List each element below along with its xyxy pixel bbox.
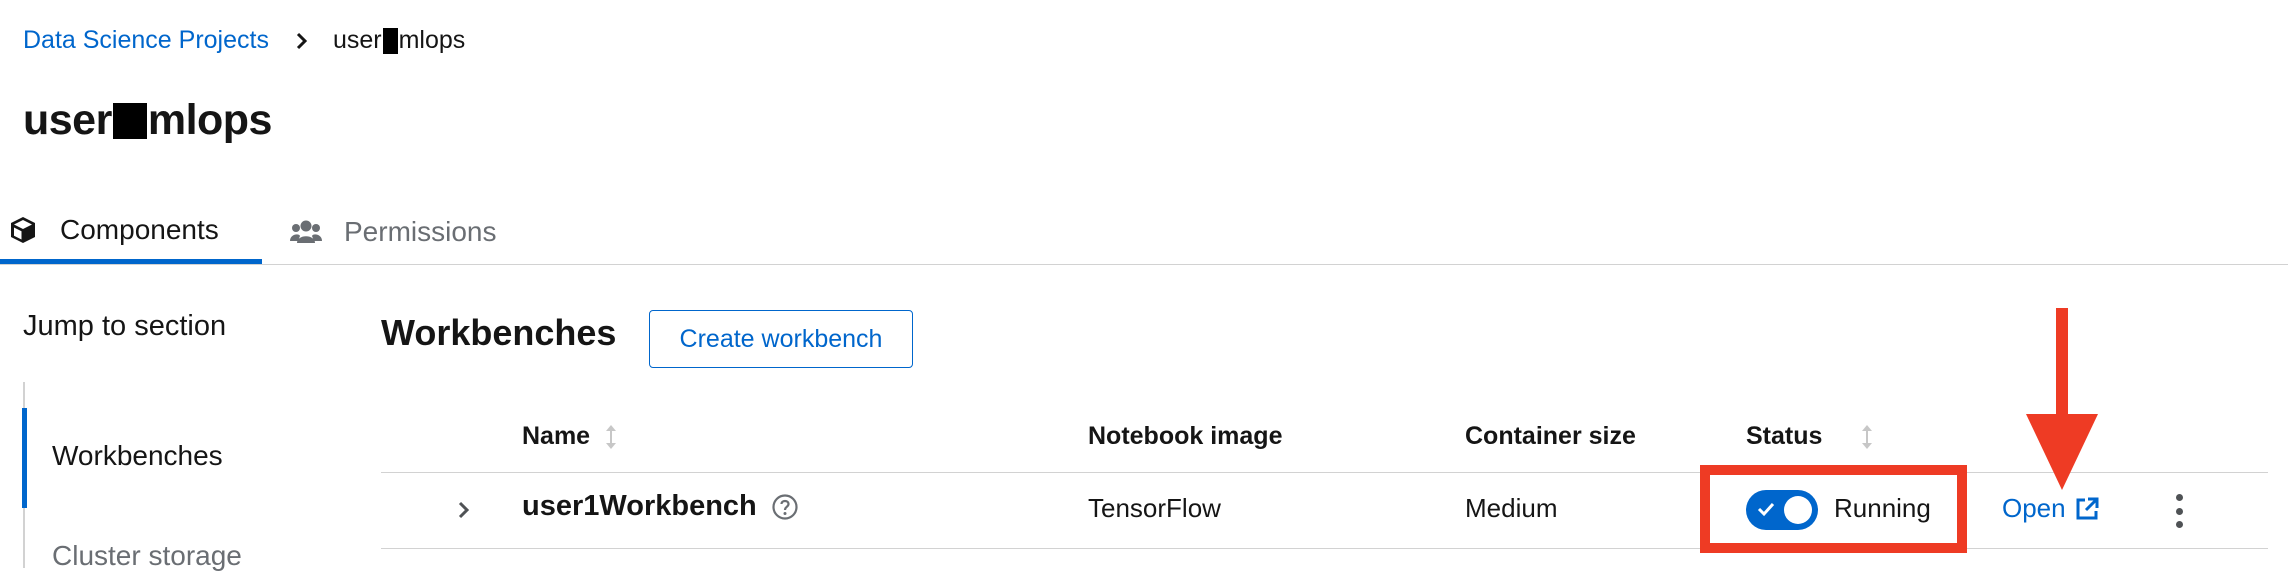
- cube-icon: [8, 215, 38, 245]
- external-link-icon: [2076, 497, 2099, 519]
- breadcrumb-link-projects[interactable]: Data Science Projects: [23, 26, 269, 55]
- jump-nav-active-indicator: [22, 408, 27, 508]
- column-header-notebook-image: Notebook image: [1088, 422, 1283, 450]
- redaction-block: [382, 28, 398, 55]
- chevron-right-icon: [296, 32, 308, 49]
- help-icon[interactable]: [771, 493, 799, 521]
- sort-icon: [1860, 423, 1874, 451]
- table-divider: [381, 472, 2268, 473]
- table-divider: [381, 548, 2268, 549]
- tab-components[interactable]: Components: [0, 200, 262, 264]
- row-actions-kebab-icon[interactable]: [2170, 494, 2188, 528]
- container-size-value: Medium: [1465, 493, 1558, 523]
- breadcrumb: Data Science Projects user mlops: [23, 26, 465, 55]
- project-tabs: Components Permissions: [0, 200, 2288, 265]
- annotation-arrow-down-icon: [2026, 308, 2098, 490]
- notebook-image-value: TensorFlow: [1088, 493, 1221, 523]
- create-workbench-button[interactable]: Create workbench: [649, 310, 913, 368]
- expand-chevron-icon[interactable]: [456, 498, 472, 522]
- tab-permissions[interactable]: Permissions: [290, 200, 496, 264]
- jump-item-cluster-storage[interactable]: Cluster storage: [52, 540, 242, 572]
- sort-icon: [604, 423, 618, 451]
- users-icon: [290, 219, 322, 245]
- redaction-block: [112, 102, 147, 139]
- page-title: user mlops: [23, 96, 272, 144]
- breadcrumb-current: user mlops: [332, 26, 466, 55]
- column-header-status[interactable]: Status: [1746, 422, 1874, 451]
- section-title-workbenches: Workbenches: [381, 312, 617, 353]
- column-header-container-size: Container size: [1465, 422, 1636, 450]
- open-workbench-link[interactable]: Open: [2002, 493, 2100, 524]
- annotation-highlight-box: [1700, 465, 1967, 553]
- jump-to-section-title: Jump to section: [23, 310, 227, 342]
- workbench-name: user1Workbench: [522, 490, 799, 523]
- jump-item-workbenches[interactable]: Workbenches: [52, 440, 223, 472]
- column-header-name[interactable]: Name: [522, 422, 618, 451]
